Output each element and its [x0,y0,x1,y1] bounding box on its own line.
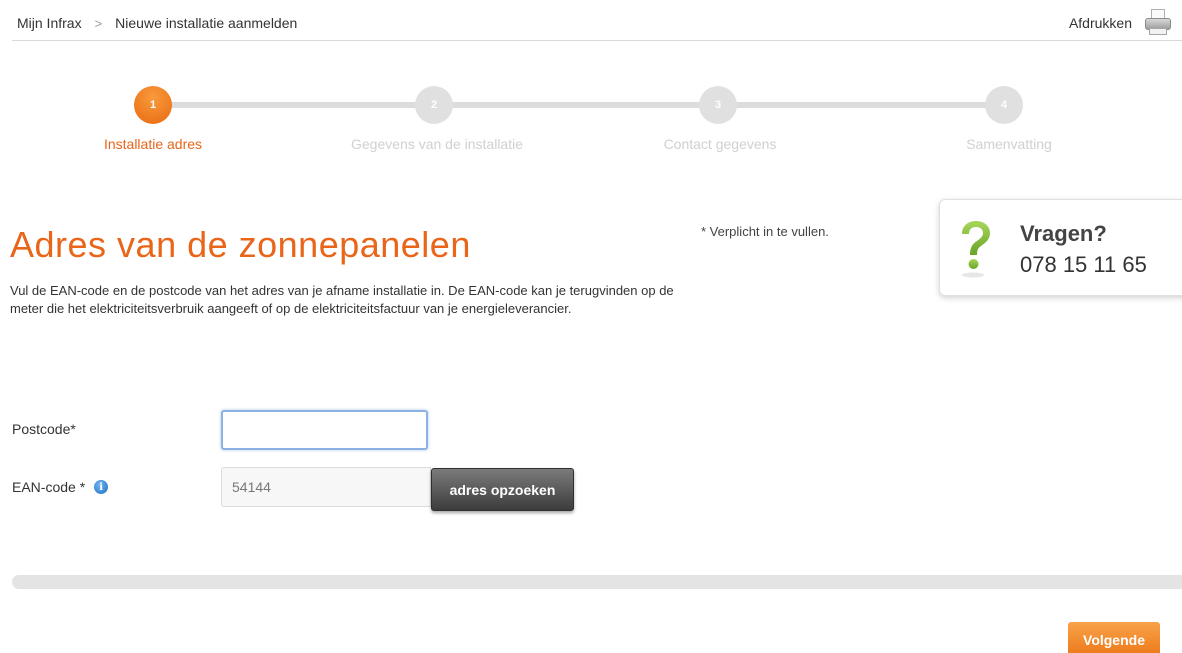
address-lookup-button[interactable]: adres opzoeken [431,468,574,511]
step-connector-3 [718,102,1004,108]
question-mark-icon [962,221,990,278]
section-divider [12,575,1182,589]
print-label[interactable]: Afdrukken [1069,15,1132,31]
step-connector-1 [154,102,434,108]
step-connector-2 [434,102,718,108]
intro-text: Vul de EAN-code en de postcode van het a… [10,283,674,316]
ean-label-group: EAN-code * i [12,479,109,495]
breadcrumb-current: Nieuwe installatie aanmelden [115,15,298,31]
ean-code-input[interactable] [221,467,431,507]
step-2-label: Gegevens van de installatie [351,136,523,152]
step-2-circle: 2 [415,86,453,124]
breadcrumb: Mijn Infrax > Nieuwe installatie aanmeld… [17,15,297,31]
print-action[interactable]: Afdrukken [1069,8,1172,36]
help-phone-number: 078 15 11 65 [1020,252,1147,277]
help-title: Vragen? [1020,221,1107,246]
step-4-label: Samenvatting [966,136,1052,152]
postcode-input[interactable] [221,410,428,450]
step-3-circle: 3 [699,86,737,124]
ean-label: EAN-code * [12,479,86,495]
progress-stepper: 1 2 3 4 Installatie adres Gegevens van d… [0,86,1182,156]
breadcrumb-separator: > [94,15,103,31]
next-button[interactable]: Volgende [1068,622,1160,653]
breadcrumb-home-link[interactable]: Mijn Infrax [17,15,82,31]
step-4-circle: 4 [985,86,1023,124]
step-1-circle: 1 [134,86,172,124]
printer-icon[interactable] [1144,8,1172,36]
top-bar: Mijn Infrax > Nieuwe installatie aanmeld… [12,0,1182,41]
required-note: * Verplicht in te vullen. [701,224,829,239]
info-icon[interactable]: i [94,480,109,494]
step-3-label: Contact gegevens [663,136,777,152]
page-title: Adres van de zonnepanelen [10,224,471,265]
postcode-label: Postcode* [12,421,76,437]
step-1-label: Installatie adres [103,136,203,152]
help-box: Vragen? 078 15 11 65 [939,199,1182,296]
